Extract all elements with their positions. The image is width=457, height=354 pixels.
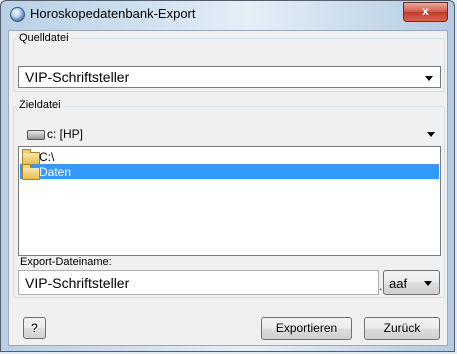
drive-value: c: [HP] — [47, 127, 84, 141]
folder-icon — [22, 164, 40, 180]
chevron-down-icon — [427, 132, 435, 137]
source-file-label: Quelldatei — [17, 32, 71, 44]
chevron-down-icon — [425, 76, 433, 81]
export-filename-input[interactable]: VIP-Schriftsteller — [18, 270, 379, 295]
back-button[interactable]: Zurück — [364, 317, 440, 340]
export-filename-label: Export-Dateiname: — [20, 256, 112, 268]
dialog-client-area: Quelldatei VIP-Schriftsteller Zieldatei … — [8, 30, 448, 346]
app-icon — [10, 7, 25, 22]
drive-icon — [27, 130, 45, 140]
source-file-value: VIP-Schriftsteller — [25, 69, 130, 85]
help-button[interactable]: ? — [23, 317, 46, 339]
export-button[interactable]: Exportieren — [261, 317, 352, 340]
extension-separator: . — [379, 279, 383, 293]
chevron-down-icon — [424, 281, 432, 286]
folder-item-daten[interactable]: Daten — [20, 164, 439, 180]
title-bar[interactable]: Horoskopedatenbank-Export x — [1, 1, 454, 27]
folder-item-label: Daten — [39, 165, 72, 179]
folder-item-label: C:\ — [39, 150, 55, 164]
close-button[interactable]: x — [403, 2, 448, 22]
target-file-label: Zieldatei — [17, 99, 63, 111]
export-filename-value: VIP-Schriftsteller — [25, 275, 130, 291]
folder-item-root[interactable]: C:\ — [20, 149, 439, 165]
folder-list[interactable]: C:\ Daten — [18, 146, 441, 256]
source-file-select[interactable]: VIP-Schriftsteller — [18, 66, 441, 88]
extension-value: aaf — [389, 276, 408, 291]
window-title: Horoskopedatenbank-Export — [30, 6, 196, 21]
export-dialog-window: Horoskopedatenbank-Export x Quelldatei V… — [0, 0, 455, 352]
extension-select[interactable]: aaf — [383, 270, 440, 295]
drive-select[interactable]: c: [HP] — [18, 125, 441, 144]
